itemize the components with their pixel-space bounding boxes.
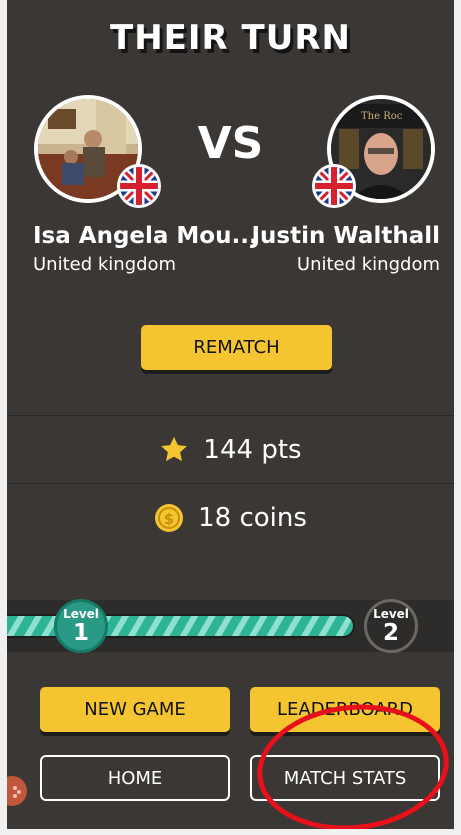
svg-text:$: $	[164, 510, 174, 528]
current-level-badge: Level 1	[54, 599, 108, 653]
coin-icon: $	[155, 504, 184, 532]
divider-middle	[7, 483, 454, 484]
points-value: 144 pts	[203, 435, 302, 465]
corner-menu-icon[interactable]	[7, 776, 27, 806]
player2-country: United kingdom	[296, 254, 440, 275]
player1-uk-flag-icon	[117, 164, 161, 208]
new-game-button[interactable]: NEW GAME	[40, 687, 230, 732]
points-stat: 144 pts	[7, 430, 454, 470]
coins-stat: $ 18 coins	[7, 498, 454, 538]
home-button[interactable]: HOME	[40, 755, 230, 801]
coins-value: 18 coins	[198, 503, 307, 533]
rematch-button[interactable]: REMATCH	[141, 325, 332, 370]
player1-name: Isa Angela Mou...	[33, 223, 258, 249]
turn-status-title: THEIR TURN	[110, 18, 351, 58]
star-icon	[161, 436, 188, 462]
svg-text:The Roc: The Roc	[361, 111, 403, 122]
game-screen: THEIR TURN Isa Angela Mou... United king…	[7, 0, 454, 829]
player1-country: United kingdom	[33, 254, 177, 275]
current-level-number: 1	[72, 619, 89, 646]
next-level-number: 2	[382, 619, 399, 646]
divider-top	[7, 415, 454, 416]
next-level-badge: Level 2	[364, 599, 418, 653]
current-level-word: Level	[63, 606, 99, 621]
player2-uk-flag-icon	[312, 164, 356, 208]
next-level-word: Level	[373, 606, 409, 621]
player2-name: Justin Walthall	[251, 223, 441, 249]
